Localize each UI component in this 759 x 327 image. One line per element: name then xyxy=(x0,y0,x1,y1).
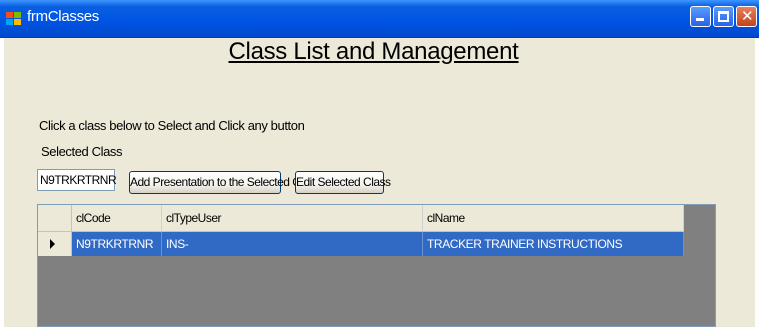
title-bar[interactable]: frmClasses ✕ xyxy=(0,0,759,38)
close-icon: ✕ xyxy=(741,7,754,25)
cell-clname[interactable]: TRACKER TRAINER INSTRUCTIONS xyxy=(423,232,684,256)
page-title-text: Class List and Management xyxy=(228,38,519,65)
cell-clcode[interactable]: N9TRKRTRNR xyxy=(72,232,162,256)
selected-class-field[interactable]: N9TRKRTRNR xyxy=(37,169,117,191)
maximize-button[interactable] xyxy=(713,6,734,27)
grid-corner-header[interactable] xyxy=(38,205,72,231)
minimize-icon xyxy=(696,18,704,21)
close-button[interactable]: ✕ xyxy=(736,6,757,27)
add-presentation-button[interactable]: Add Presentation to the Selected Class xyxy=(129,171,320,194)
window-title: frmClasses xyxy=(27,8,100,25)
selected-class-label: Selected Class xyxy=(41,144,123,159)
form-icon[interactable] xyxy=(6,12,22,26)
classes-data-grid[interactable]: clCode clTypeUser clName N9TRKRTRNR INS-… xyxy=(37,204,716,327)
instruction-text: Click a class below to Select and Click … xyxy=(39,118,305,133)
row-header[interactable] xyxy=(38,232,72,256)
column-header-cltypeuser[interactable]: clTypeUser xyxy=(162,205,423,231)
current-row-arrow-icon xyxy=(50,239,55,249)
cell-cltypeuser[interactable]: INS- xyxy=(162,232,423,256)
column-header-clname[interactable]: clName xyxy=(423,205,684,231)
grid-header-row: clCode clTypeUser clName xyxy=(38,205,684,232)
table-row[interactable]: N9TRKRTRNR INS- TRACKER TRAINER INSTRUCT… xyxy=(38,232,684,256)
column-header-clcode[interactable]: clCode xyxy=(72,205,162,231)
edit-selected-class-button[interactable]: Edit Selected Class xyxy=(295,171,391,194)
frm-classes-window: frmClasses ✕ Class List and Management C… xyxy=(0,0,759,327)
maximize-icon xyxy=(718,11,729,22)
minimize-button[interactable] xyxy=(690,6,711,27)
page-title: Class List and Management xyxy=(0,38,759,66)
